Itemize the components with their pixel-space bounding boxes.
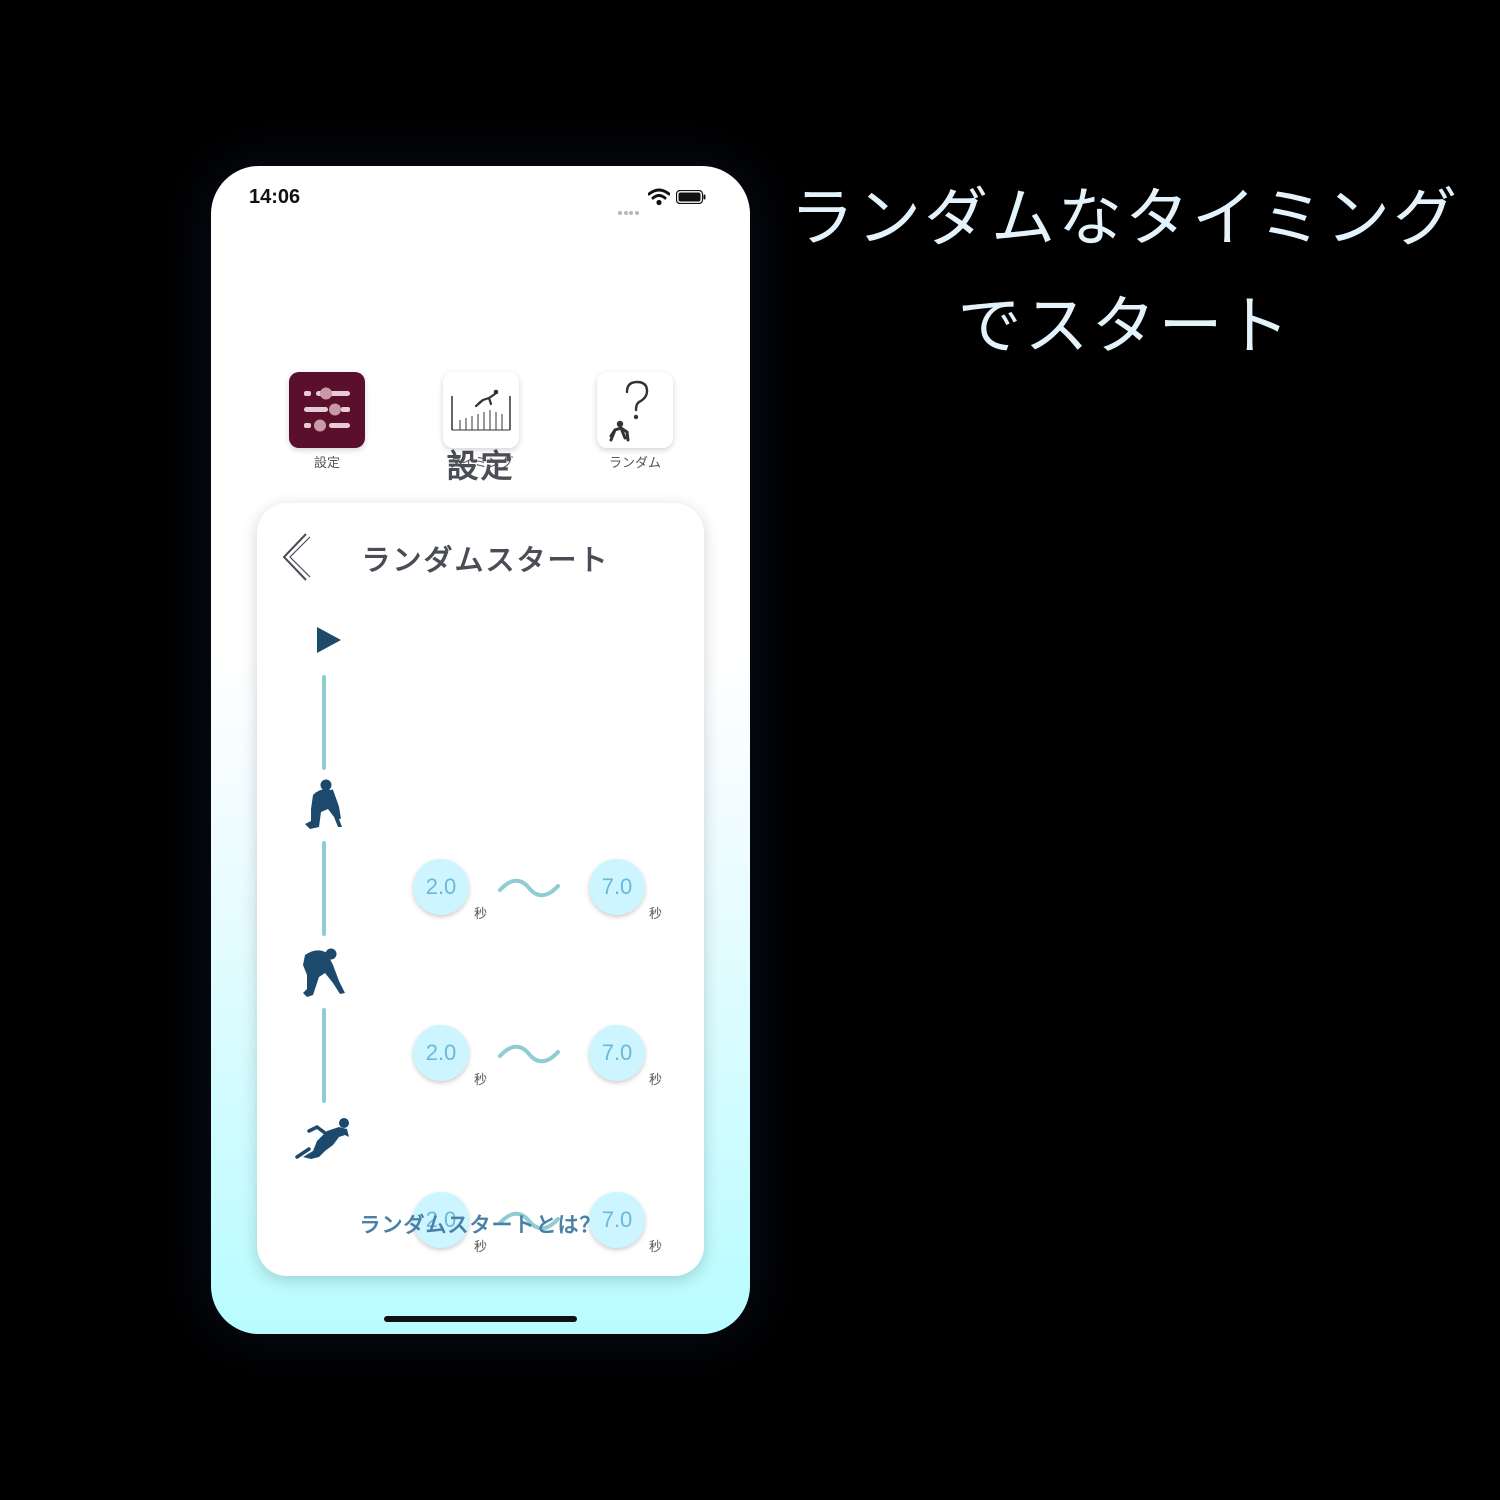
promo-title-line-1: ランダムなタイミング (790, 182, 1460, 256)
tab-settings[interactable]: 設定 (287, 372, 367, 471)
random-start-card: ランダムスタート 2.0 秒 7.0 秒 2.0 秒 7.0 秒 2.0 秒 7… (257, 503, 704, 1276)
min-unit-label: 秒 (474, 1073, 488, 1088)
wifi-icon (648, 188, 670, 206)
tab-settings-button[interactable] (289, 372, 365, 448)
status-time: 14:06 (249, 186, 301, 208)
tab-random[interactable]: ランダム (595, 372, 675, 471)
home-indicator[interactable] (384, 1316, 577, 1322)
tilde-wave-icon (498, 1044, 560, 1064)
min-seconds-input[interactable]: 2.0 (413, 1025, 469, 1081)
runner-go-icon (295, 1118, 349, 1159)
battery-icon (676, 190, 706, 204)
timeline-segment-3 (322, 1008, 326, 1103)
card-title: ランダムスタート (361, 543, 610, 577)
sliders-icon (304, 387, 350, 432)
runner-set-icon (303, 948, 345, 997)
max-seconds-input[interactable]: 7.0 (589, 1025, 645, 1081)
tab-timing-label: タイミング (448, 456, 514, 471)
max-unit-label: 秒 (649, 907, 663, 922)
max-unit-label: 秒 (649, 1073, 663, 1088)
status-icons (618, 188, 728, 215)
max-seconds-input[interactable]: 7.0 (589, 859, 645, 915)
random-icon (609, 380, 649, 442)
tab-random-button[interactable] (597, 372, 673, 448)
promo-title-line-2: でスタート (957, 290, 1293, 364)
cellular-signal-icon (618, 200, 644, 215)
phone-screen: 14:06 設定 設定 タイミング ランダム ランダムスタート 2.0 秒 7.… (211, 166, 750, 1334)
play-icon[interactable] (315, 625, 343, 655)
tab-timing[interactable]: タイミング (441, 372, 521, 471)
tab-timing-button[interactable] (443, 372, 519, 448)
timeline-segment-1 (322, 675, 326, 770)
timing-icon (451, 389, 511, 431)
tab-random-label: ランダム (608, 456, 661, 471)
tilde-wave-icon (498, 878, 560, 898)
min-seconds-input[interactable]: 2.0 (413, 859, 469, 915)
status-bar: 14:06 (211, 166, 750, 226)
runner-on-your-marks-icon (305, 779, 342, 829)
range-row-1: 2.0 秒 7.0 秒 (411, 859, 671, 929)
help-link[interactable]: ランダムスタートとは？ (257, 1209, 704, 1239)
range-row-2: 2.0 秒 7.0 秒 (411, 1025, 671, 1095)
promo-title: ランダムなタイミング でスタート (790, 165, 1460, 381)
tab-settings-label: 設定 (313, 456, 340, 471)
min-unit-label: 秒 (474, 907, 488, 922)
timeline-segment-2 (322, 841, 326, 936)
